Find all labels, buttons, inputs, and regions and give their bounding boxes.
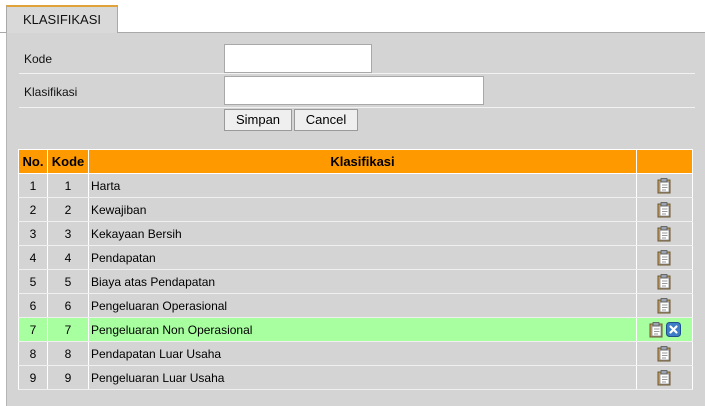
cell-actions — [636, 365, 693, 390]
cell-no: 4 — [18, 245, 48, 270]
clipboard-icon[interactable] — [657, 177, 672, 194]
cell-klasifikasi: Harta — [88, 173, 637, 198]
cell-actions — [636, 245, 693, 270]
cell-actions — [636, 269, 693, 294]
cell-actions — [636, 317, 693, 342]
table-row[interactable]: 4 4 Pendapatan — [18, 245, 693, 270]
cell-kode: 3 — [47, 221, 89, 246]
klasifikasi-table: No. Kode Klasifikasi 1 1 Harta 2 2 Kewajiban 3… — [18, 149, 693, 390]
table-row[interactable]: 7 7 Pengeluaran Non Operasional — [18, 317, 693, 342]
clipboard-icon[interactable] — [657, 297, 672, 314]
cell-actions — [636, 197, 693, 222]
cell-kode: 9 — [47, 365, 89, 390]
klasifikasi-input[interactable] — [224, 76, 484, 105]
cell-klasifikasi: Kekayaan Bersih — [88, 221, 637, 246]
table-header-row: No. Kode Klasifikasi — [18, 149, 693, 174]
cell-no: 7 — [18, 317, 48, 342]
kode-input[interactable] — [224, 44, 372, 73]
delete-icon[interactable] — [665, 322, 681, 337]
cell-no: 6 — [18, 293, 48, 318]
clipboard-icon[interactable] — [657, 249, 672, 266]
clipboard-icon[interactable] — [657, 273, 672, 290]
cell-kode: 7 — [47, 317, 89, 342]
cell-no: 9 — [18, 365, 48, 390]
cell-no: 5 — [18, 269, 48, 294]
cell-actions — [636, 173, 693, 198]
table-row[interactable]: 2 2 Kewajiban — [18, 197, 693, 222]
table-row[interactable]: 6 6 Pengeluaran Operasional — [18, 293, 693, 318]
cell-klasifikasi: Pendapatan Luar Usaha — [88, 341, 637, 366]
cell-klasifikasi: Biaya atas Pendapatan — [88, 269, 637, 294]
clipboard-icon[interactable] — [657, 225, 672, 242]
header-kode[interactable]: Kode — [47, 149, 89, 174]
header-action — [636, 149, 693, 174]
table-row[interactable]: 3 3 Kekayaan Bersih — [18, 221, 693, 246]
cell-klasifikasi: Pengeluaran Luar Usaha — [88, 365, 637, 390]
clipboard-icon[interactable] — [649, 321, 664, 338]
save-button[interactable]: Simpan — [224, 109, 292, 131]
cancel-button[interactable]: Cancel — [294, 109, 358, 131]
tab-klasifikasi[interactable]: KLASIFIKASI — [6, 5, 118, 34]
tab-bar: KLASIFIKASI — [0, 0, 705, 34]
table-row[interactable]: 1 1 Harta — [18, 173, 693, 198]
cell-no: 1 — [18, 173, 48, 198]
clipboard-icon[interactable] — [657, 345, 672, 362]
clipboard-icon[interactable] — [657, 369, 672, 386]
cell-no: 2 — [18, 197, 48, 222]
cell-no: 8 — [18, 341, 48, 366]
cell-klasifikasi: Pendapatan — [88, 245, 637, 270]
table-row[interactable]: 8 8 Pendapatan Luar Usaha — [18, 341, 693, 366]
cell-klasifikasi: Pengeluaran Operasional — [88, 293, 637, 318]
cell-actions — [636, 341, 693, 366]
content-panel: Kode Klasifikasi Simpan Cancel No. Kode … — [6, 33, 705, 406]
cell-no: 3 — [18, 221, 48, 246]
clipboard-icon[interactable] — [657, 201, 672, 218]
kode-label: Kode — [24, 52, 53, 66]
cell-kode: 5 — [47, 269, 89, 294]
cell-kode: 2 — [47, 197, 89, 222]
table-row[interactable]: 9 9 Pengeluaran Luar Usaha — [18, 365, 693, 390]
header-no[interactable]: No. — [18, 149, 48, 174]
cell-kode: 1 — [47, 173, 89, 198]
cell-klasifikasi: Kewajiban — [88, 197, 637, 222]
cell-kode: 8 — [47, 341, 89, 366]
cell-actions — [636, 221, 693, 246]
table-row[interactable]: 5 5 Biaya atas Pendapatan — [18, 269, 693, 294]
cell-kode: 4 — [47, 245, 89, 270]
cell-klasifikasi: Pengeluaran Non Operasional — [88, 317, 637, 342]
cell-actions — [636, 293, 693, 318]
cell-kode: 6 — [47, 293, 89, 318]
klasifikasi-label: Klasifikasi — [24, 85, 78, 99]
header-klasifikasi[interactable]: Klasifikasi — [88, 149, 637, 174]
